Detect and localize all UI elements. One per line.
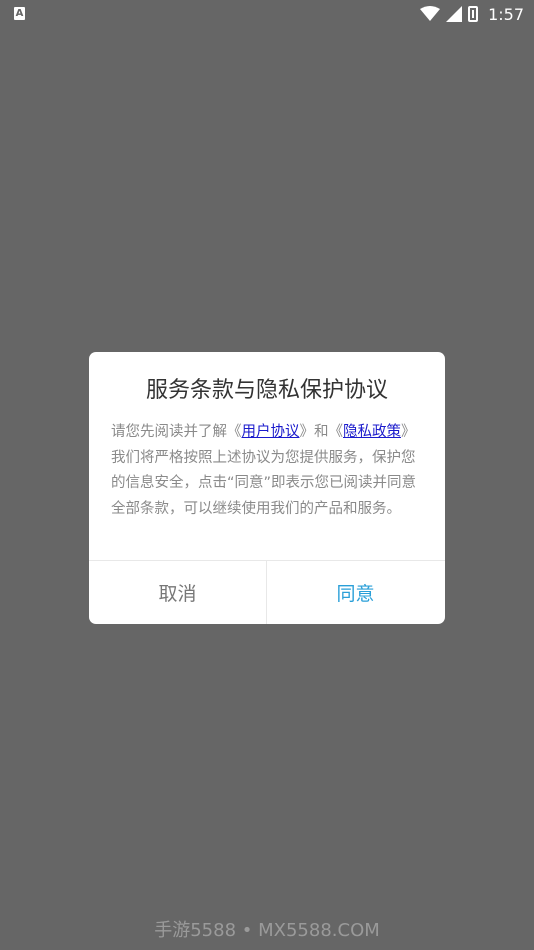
- user-agreement-link[interactable]: 用户协议: [242, 424, 300, 440]
- dialog-title: 服务条款与隐私保护协议: [145, 378, 388, 403]
- battery-icon: [468, 6, 479, 22]
- notification-icon: A: [14, 7, 25, 20]
- terms-dialog: 服务条款与隐私保护协议 请您先阅读并了解《用户协议》和《隐私政策》我们将严格按照…: [89, 352, 445, 624]
- cancel-button[interactable]: 取消: [89, 561, 266, 624]
- privacy-policy-link[interactable]: 隐私政策: [343, 424, 401, 440]
- body-text: 请您先阅读并了解《: [111, 424, 242, 440]
- agree-button[interactable]: 同意: [267, 561, 444, 624]
- wifi-icon: [420, 6, 441, 21]
- status-time: 1:57: [488, 4, 524, 24]
- status-icons: 1:57: [420, 0, 524, 28]
- status-bar: A 1:57: [0, 0, 534, 28]
- dialog-body: 请您先阅读并了解《用户协议》和《隐私政策》我们将严格按照上述协议为您提供服务，保…: [111, 420, 425, 522]
- watermark: 手游5588 • MX5588.COM: [154, 920, 380, 941]
- signal-icon: [446, 6, 463, 22]
- body-text: 》和《: [299, 424, 344, 440]
